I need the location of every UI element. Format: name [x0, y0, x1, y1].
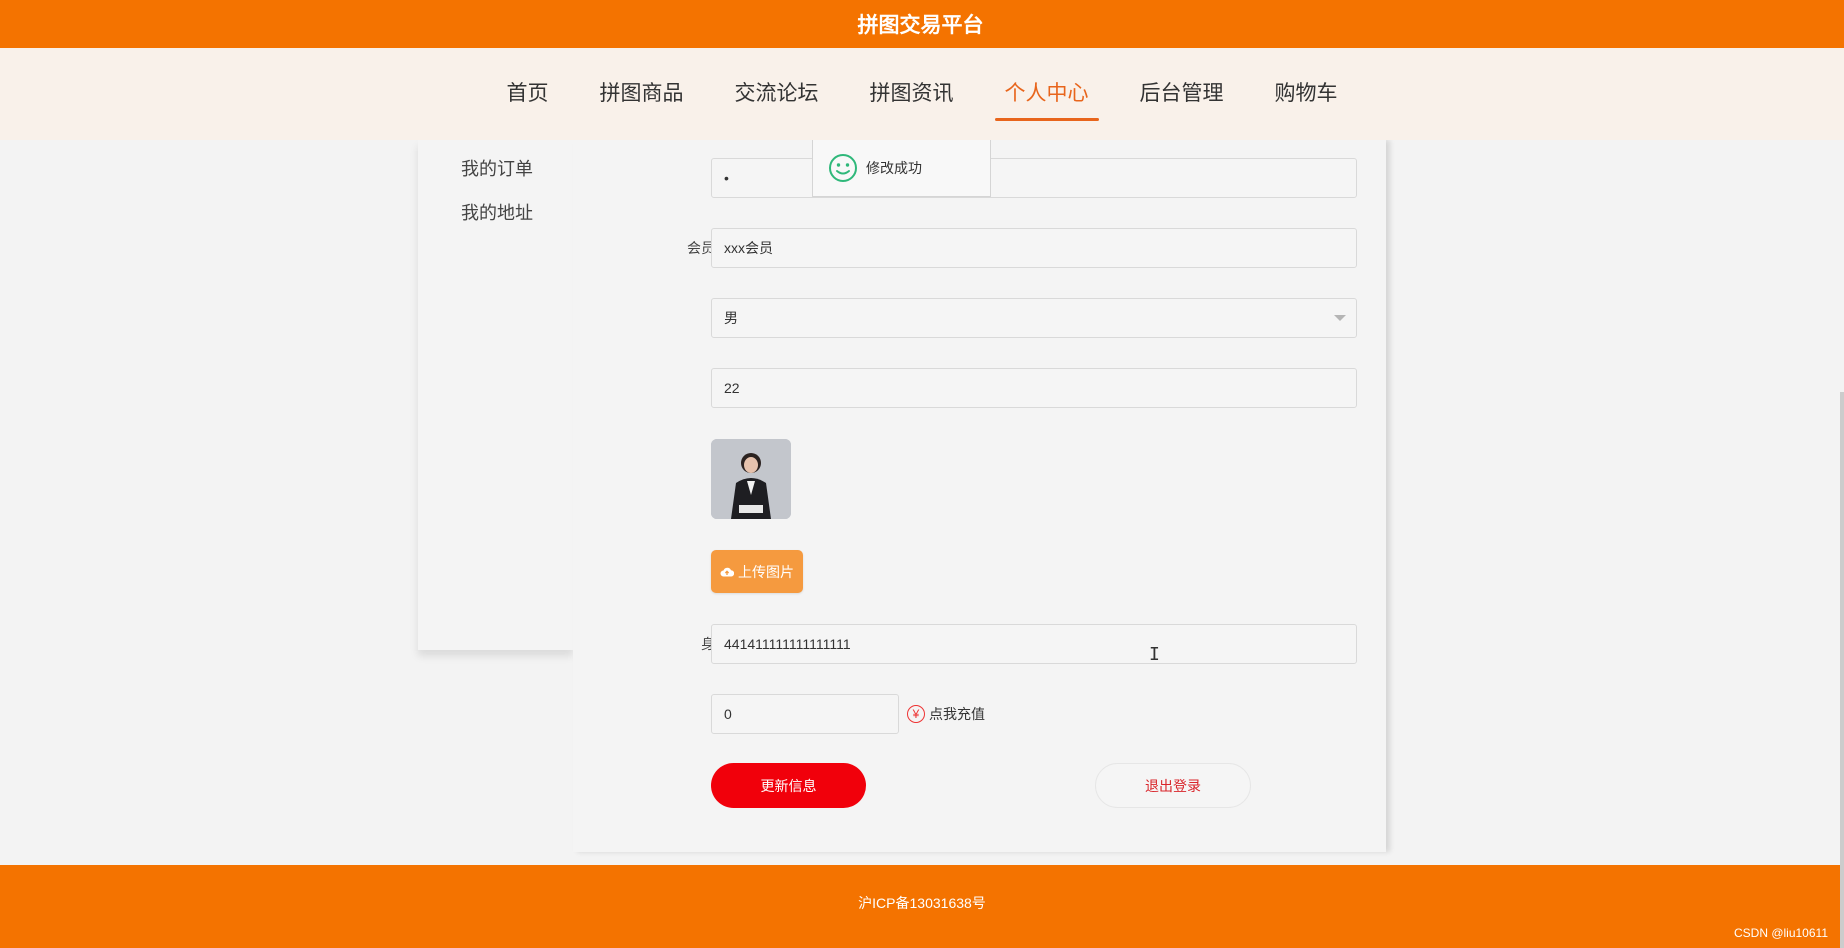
gender-select[interactable]: 男	[711, 298, 1357, 338]
recharge-label: 点我充值	[929, 706, 985, 722]
nav-admin[interactable]: 后台管理	[1130, 77, 1234, 111]
gender-value: 男	[724, 310, 738, 326]
profile-form-panel: 密码 • 会员姓名 xxx会员 性别 男 年龄 22 上传图片	[573, 140, 1386, 852]
nav-cart[interactable]: 购物车	[1265, 77, 1348, 111]
smile-icon	[829, 154, 857, 182]
success-toast: 修改成功	[812, 140, 991, 197]
member-name-row: 会员姓名 xxx会员	[573, 228, 1386, 268]
top-header: 拼图交易平台	[0, 0, 1844, 48]
balance-input[interactable]: 0	[711, 694, 899, 734]
icp-record: 沪ICP备13031638号	[858, 895, 986, 911]
member-name-input[interactable]: xxx会员	[711, 228, 1357, 268]
age-row: 年龄 22	[573, 368, 1386, 408]
watermark: CSDN @liu10611	[1733, 926, 1828, 940]
avatar-photo-icon	[711, 439, 791, 519]
main-nav: 首页 拼图商品 交流论坛 拼图资讯 个人中心 后台管理 购物车	[0, 48, 1844, 140]
age-input[interactable]: 22	[711, 368, 1357, 408]
id-card-input[interactable]: 441411111111111111	[711, 624, 1357, 664]
upload-image-button[interactable]: 上传图片	[711, 550, 803, 593]
password-input[interactable]: •	[711, 158, 1357, 198]
nav-forum[interactable]: 交流论坛	[725, 77, 829, 111]
nav-personal-center[interactable]: 个人中心	[994, 77, 1099, 121]
scrollbar[interactable]	[1840, 392, 1844, 948]
toast-message: 修改成功	[866, 160, 922, 176]
text-cursor-icon: I	[1149, 644, 1160, 665]
nav-news[interactable]: 拼图资讯	[860, 77, 964, 111]
user-sidebar: 我的订单 我的地址	[418, 140, 573, 650]
update-info-button[interactable]: 更新信息	[711, 763, 866, 808]
nav-puzzle-products[interactable]: 拼图商品	[590, 77, 694, 111]
page-footer: 沪ICP备13031638号 CSDN @liu10611	[0, 865, 1844, 948]
cloud-upload-icon	[720, 567, 734, 576]
logout-button[interactable]: 退出登录	[1095, 763, 1251, 808]
chevron-down-icon	[1334, 315, 1346, 321]
recharge-link[interactable]: ¥ 点我充值	[907, 694, 985, 734]
nav-home[interactable]: 首页	[497, 77, 559, 111]
avatar-image	[711, 439, 791, 519]
gender-row: 性别 男	[573, 298, 1386, 338]
site-title: 拼图交易平台	[857, 14, 984, 37]
id-card-row: 身份证 441411111111111111	[573, 624, 1386, 664]
balance-row: 余额 0 ¥ 点我充值	[573, 694, 1386, 734]
upload-image-label: 上传图片	[738, 563, 794, 580]
sidebar-item-orders[interactable]: 我的订单	[461, 155, 533, 181]
yuan-icon: ¥	[907, 705, 925, 723]
sidebar-item-address[interactable]: 我的地址	[461, 199, 533, 225]
